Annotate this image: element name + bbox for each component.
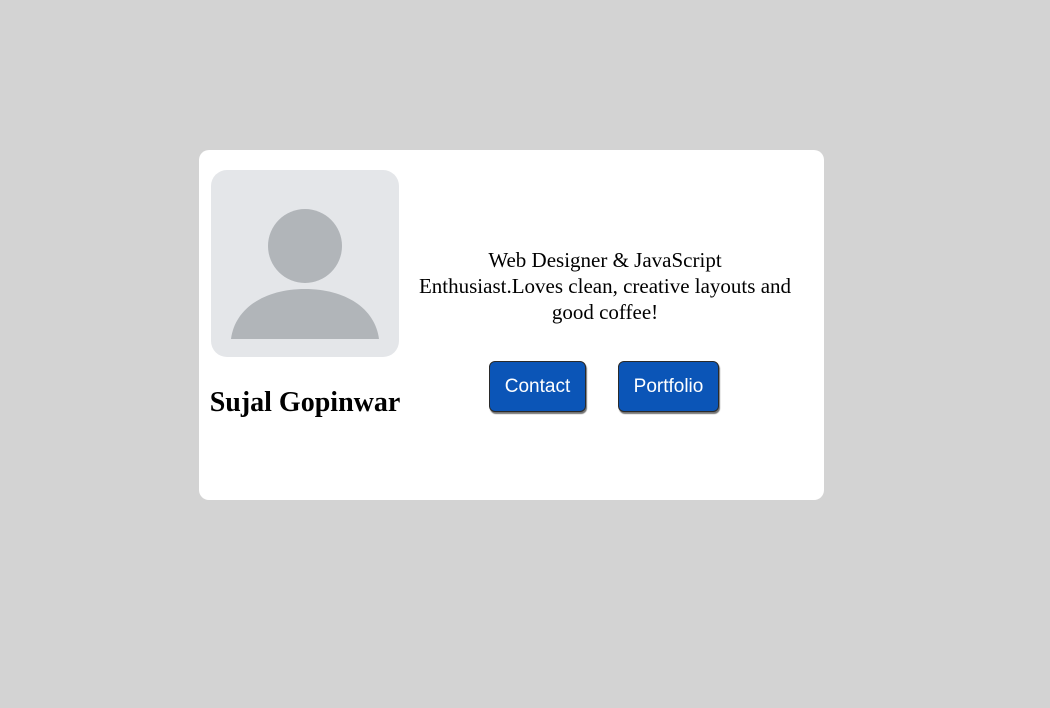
avatar — [211, 170, 399, 357]
profile-card: Sujal Gopinwar Web Designer & JavaScript… — [199, 150, 824, 500]
profile-name: Sujal Gopinwar — [209, 387, 401, 418]
contact-button[interactable]: Contact — [489, 361, 586, 412]
user-silhouette-icon — [231, 209, 379, 339]
profile-bio: Web Designer & JavaScript Enthusiast.Lov… — [418, 248, 792, 324]
portfolio-button[interactable]: Portfolio — [618, 361, 719, 412]
